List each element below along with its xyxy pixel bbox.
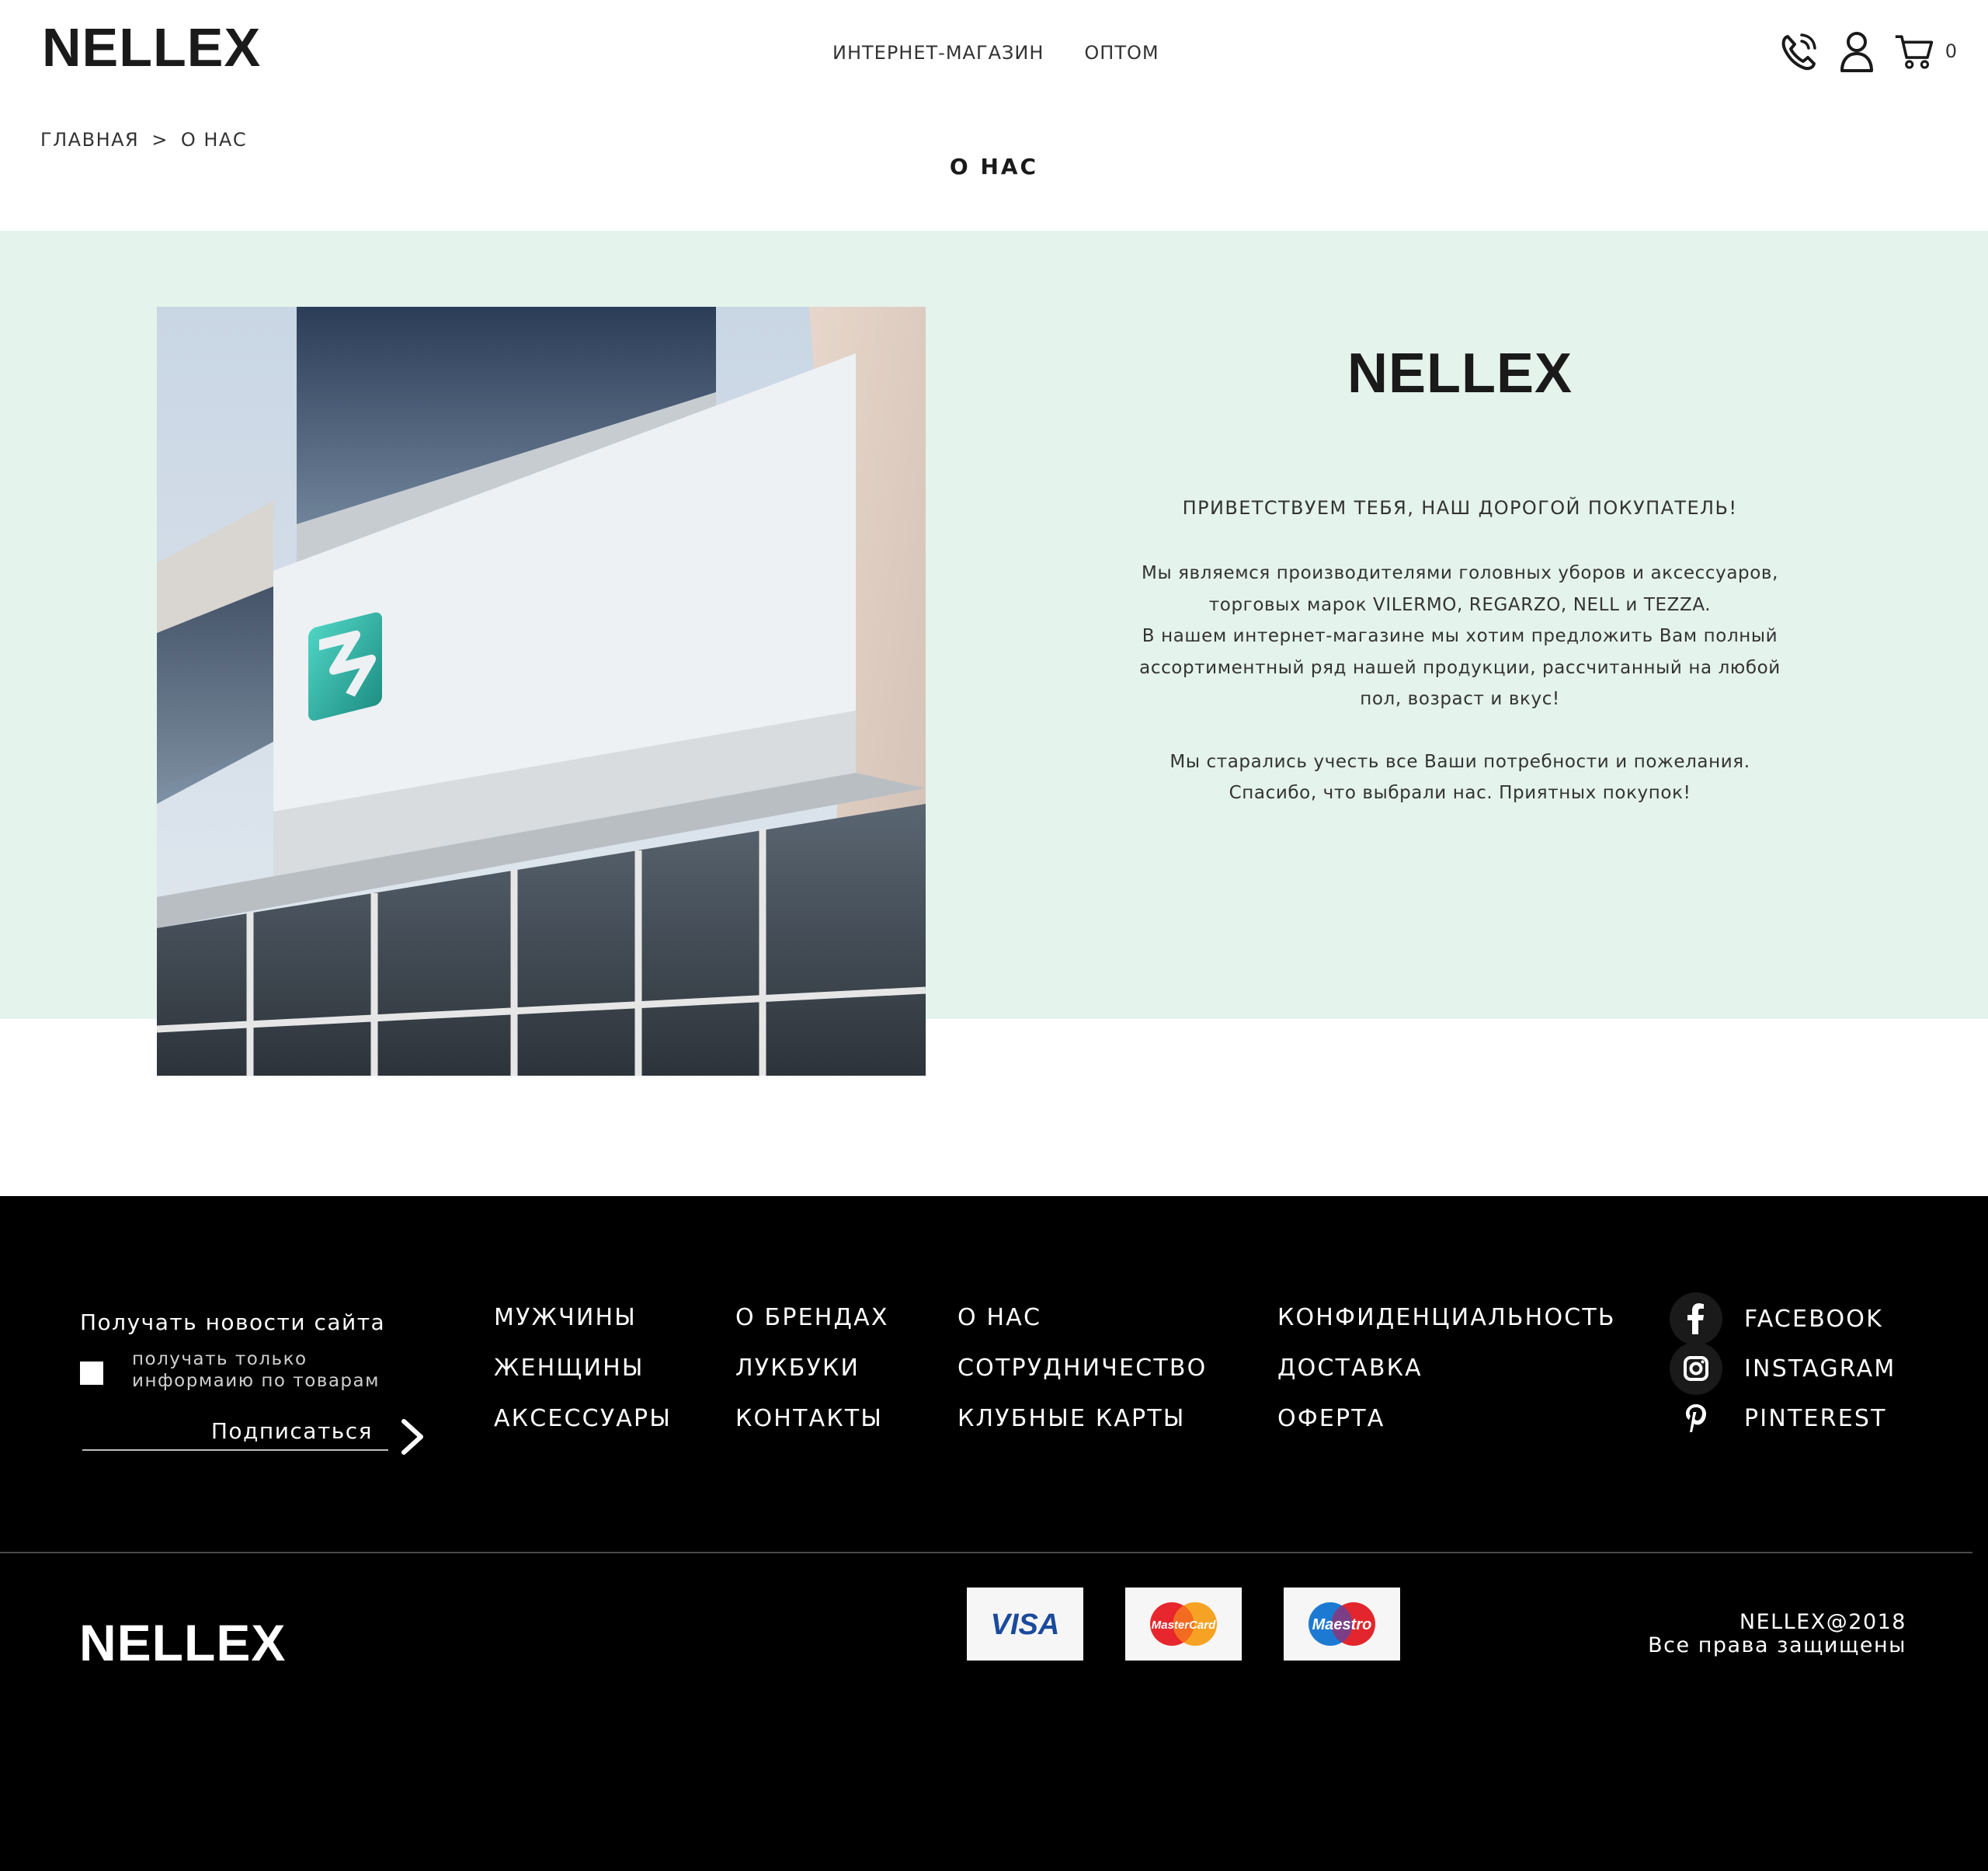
phone-icon[interactable] [1779,30,1819,73]
visa-text: VISA [991,1608,1060,1640]
footer-link-brands[interactable]: О БРЕНДАХ [735,1305,889,1330]
newsletter-checkbox[interactable] [80,1362,103,1385]
site-footer: Получать новости сайта получать только и… [0,1196,1988,1871]
header-actions: 0 [1779,30,1957,73]
visa-card-icon: VISA [967,1588,1083,1661]
about-p1-line: Мы являемся производителями головных убо… [1142,563,1778,583]
footer-link-lookbooks[interactable]: ЛУКБУКИ [735,1355,889,1381]
cart-count: 0 [1945,40,1957,62]
social-facebook[interactable]: FACEBOOK [1670,1292,1896,1345]
breadcrumb-current: О НАС [180,129,248,151]
footer-col-legal: КОНФИДЕНЦИАЛЬНОСТЬ ДОСТАВКА ОФЕРТА [1277,1305,1616,1431]
social-name: PINTEREST [1744,1404,1887,1432]
footer-link-cooperation[interactable]: СОТРУДНИЧЕСТВО [958,1355,1207,1381]
footer-col-brands: О БРЕНДАХ ЛУКБУКИ КОНТАКТЫ [735,1305,889,1431]
subscribe-button[interactable]: Подписаться [82,1418,388,1451]
breadcrumb-separator: > [151,129,169,151]
site-logo[interactable]: NELLEX [42,20,261,75]
nav-online-store[interactable]: ИНТЕРНЕТ-МАГАЗИН [832,42,1044,64]
cart-icon[interactable] [1894,30,1934,73]
breadcrumb-home[interactable]: ГЛАВНАЯ [40,129,139,151]
footer-link-club-cards[interactable]: КЛУБНЫЕ КАРТЫ [958,1406,1207,1431]
nav-wholesale[interactable]: ОПТОМ [1084,42,1159,64]
footer-link-men[interactable]: МУЖЧИНЫ [494,1305,672,1330]
footer-link-women[interactable]: ЖЕНЩИНЫ [494,1355,672,1381]
copyright-line-2: Все права защищены [1648,1633,1906,1657]
footer-logo[interactable]: NELLEX [79,1617,286,1668]
social-name: INSTAGRAM [1744,1355,1896,1382]
mastercard-icon: MasterCard [1125,1588,1242,1661]
chevron-right-icon[interactable] [399,1418,426,1455]
newsletter-title: Получать новости сайта [80,1309,386,1335]
about-p2-line: Мы старались учесть все Ваши потребности… [1170,751,1750,772]
about-text: NELLEX ПРИВЕТСТВУЕМ ТЕБЯ, НАШ ДОРОГОЙ ПО… [1103,342,1817,840]
social-pinterest[interactable]: PINTEREST [1670,1393,1896,1443]
social-name: FACEBOOK [1744,1305,1883,1333]
main-nav: ИНТЕРНЕТ-МАГАЗИН ОПТОМ [832,42,1159,64]
footer-link-offer[interactable]: ОФЕРТА [1277,1406,1616,1431]
copyright: NELLEX@2018 Все права защищены [1648,1611,1906,1657]
about-p2-line: Спасибо, что выбрали нас. Приятных покуп… [1229,783,1691,803]
facebook-icon [1670,1292,1722,1345]
page-title: О НАС [949,154,1039,179]
mastercard-text: MasterCard [1152,1619,1216,1632]
user-icon[interactable] [1837,30,1877,73]
footer-col-categories: МУЖЧИНЫ ЖЕНЩИНЫ АКСЕССУАРЫ [494,1305,672,1431]
footer-col-company: О НАС СОТРУДНИЧЕСТВО КЛУБНЫЕ КАРТЫ [958,1305,1207,1431]
instagram-icon [1670,1342,1722,1395]
about-p1-line: В нашем интернет-магазине мы хотим предл… [1142,626,1778,646]
pinterest-icon [1670,1392,1722,1445]
maestro-text: Maestro [1312,1616,1372,1633]
footer-divider [0,1552,1972,1553]
about-greeting: ПРИВЕТСТВУЕМ ТЕБЯ, НАШ ДОРОГОЙ ПОКУПАТЕЛ… [1182,497,1738,519]
about-paragraph-1: Мы являемся производителями головных убо… [1103,558,1817,715]
footer-link-accessories[interactable]: АКСЕССУАРЫ [494,1406,672,1431]
newsletter-checkbox-label: получать только информаию по товарам [132,1349,380,1391]
about-p1-line: ассортиментный ряд нашей продукции, расс… [1139,657,1781,678]
about-paragraph-2: Мы старались учесть все Ваши потребности… [1103,746,1817,809]
footer-link-contacts[interactable]: КОНТАКТЫ [735,1406,889,1431]
about-p1-line: торговых марок VILERMO, REGARZO, NELL и … [1208,594,1712,615]
social-links: FACEBOOK INSTAGRAM PINTEREST [1670,1292,1896,1443]
payment-methods: VISA MasterCard Maestro [967,1588,1400,1661]
about-brand: NELLEX [1347,343,1573,405]
breadcrumb: ГЛАВНАЯ > О НАС [40,129,247,151]
copyright-line-1: NELLEX@2018 [1739,1610,1906,1634]
social-instagram[interactable]: INSTAGRAM [1670,1342,1896,1395]
storefront-photo [157,307,926,1076]
about-p1-line: пол, возраст и вкус! [1360,689,1560,709]
maestro-card-icon: Maestro [1284,1588,1400,1661]
footer-link-privacy[interactable]: КОНФИДЕНЦИАЛЬНОСТЬ [1277,1305,1616,1330]
footer-link-delivery[interactable]: ДОСТАВКА [1277,1355,1616,1381]
footer-link-about[interactable]: О НАС [958,1305,1207,1330]
